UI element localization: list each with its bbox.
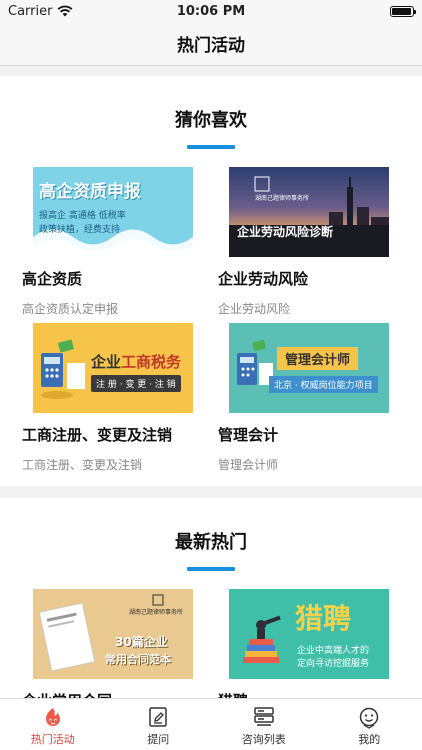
banner-heading-b: 工商税务 xyxy=(121,353,182,371)
city-skyline xyxy=(229,176,389,257)
card-subtitle: 管理会计师 xyxy=(218,458,279,472)
status-time: 10:06 PM xyxy=(176,3,246,19)
hot-icon xyxy=(45,708,60,726)
activity-card[interactable]: 企业工商税务 注 册 · 变 更 · 注 销 工商注册、变更及注销 工商注册、变… xyxy=(20,323,200,473)
banner-heading: 30篇企业 xyxy=(115,635,168,649)
tab-label: 我的 xyxy=(358,733,381,746)
card-subtitle: 高企资质认定申报 xyxy=(22,302,119,316)
tab-label: 咨询列表 xyxy=(241,733,286,746)
activity-card[interactable]: 高企资质申报 报高企 高通格 低税率 政策扶植，经费支持 高企资质 高企资质认定… xyxy=(20,167,200,317)
card-title: 高企资质 xyxy=(22,270,83,288)
activity-card[interactable]: 猎聘 企业中高端人才的 定向寻访挖掘服务 猎聘 xyxy=(216,589,396,711)
card-subtitle: 企业劳动风险 xyxy=(218,302,291,316)
section-accent-bar xyxy=(187,145,235,149)
banner-heading: 管理会计师 xyxy=(277,347,359,370)
banner-image: 高企资质申报 报高企 高通格 低税率 政策扶植，经费支持 xyxy=(33,167,193,257)
tab-bar: 热门活动 提问 咨询列表 我的 xyxy=(0,698,422,750)
card-title: 管理会计 xyxy=(218,426,279,444)
law-firm-name: 湖南己题律师事务所 xyxy=(255,195,310,202)
banner-heading: 常用合同范本 xyxy=(105,653,171,666)
tab-label: 热门活动 xyxy=(30,733,75,746)
tab-ask-question[interactable]: 提问 xyxy=(106,699,212,750)
banner-line: 定向寻访挖掘服务 xyxy=(297,659,370,669)
banner-image: 管理会计师 北京 · 权威岗位能力项目 xyxy=(229,323,389,413)
battery-icon xyxy=(390,5,416,17)
banner-image: 猎聘 企业中高端人才的 定向寻访挖掘服务 xyxy=(229,589,389,679)
section-accent-bar xyxy=(187,567,235,571)
banner-heading: 猎聘 xyxy=(295,602,352,635)
nav-bar: 热门活动 xyxy=(0,22,422,66)
section-trending: 最新热门 湖南己题律师事务所 30篇企业 常用合同范本 猎聘 企业中高端人才的 … xyxy=(0,498,422,728)
section-title: 最新热门 xyxy=(175,532,247,553)
banner-line: 企业中高端人才的 xyxy=(297,646,370,656)
list-icon xyxy=(254,707,274,726)
tab-consult-list[interactable]: 咨询列表 xyxy=(211,699,317,750)
section-header: 最新热门 xyxy=(0,498,422,574)
banner-image: 湖南己题律师事务所 30篇企业 常用合同范本 xyxy=(33,589,193,679)
section-divider xyxy=(0,486,422,498)
status-bar: Carrier 10:06 PM xyxy=(0,0,422,22)
activity-card[interactable]: 管理会计师 北京 · 权威岗位能力项目 管理会计 管理会计师 xyxy=(216,323,396,473)
banner-tagline: 注 册 · 变 更 · 注 销 xyxy=(91,375,181,392)
banner-heading: 企业劳动风险诊断 xyxy=(237,225,334,239)
page-title: 热门活动 xyxy=(177,36,245,56)
card-subtitle: 工商注册、变更及注销 xyxy=(22,458,143,472)
activity-card[interactable]: 湖南己题律师事务所 企业劳动风险诊断 企业劳动风险 企业劳动风险 xyxy=(216,167,396,317)
law-firm-name: 湖南己题律师事务所 xyxy=(129,609,184,616)
banner-heading: 高企资质申报 xyxy=(39,182,141,202)
activity-card[interactable]: 湖南己题律师事务所 30篇企业 常用合同范本 企业常用合同 xyxy=(20,589,200,711)
banner-tagline: 北京 · 权威岗位能力项目 xyxy=(269,376,378,393)
profile-icon xyxy=(360,707,379,729)
content-scroll[interactable]: 猜你喜欢 高企资质申报 报高企 高通格 低税率 政策扶植，经费支持 高企资质 高… xyxy=(0,76,422,728)
edit-icon xyxy=(149,707,167,727)
banner-heading: 企业工商税务 xyxy=(91,351,181,372)
banner-heading-a: 企业 xyxy=(91,353,122,371)
card-title: 企业劳动风险 xyxy=(218,270,309,288)
card-title: 工商注册、变更及注销 xyxy=(22,426,173,444)
banner-line: 报高企 高通格 低税率 xyxy=(39,211,126,221)
section-header: 猜你喜欢 xyxy=(0,76,422,152)
tab-label: 提问 xyxy=(147,733,170,746)
banner-line: 政策扶植，经费支持 xyxy=(39,225,121,235)
screen: Carrier 10:06 PM 热门活动 猜你喜欢 高企资质申报 报高企 高通… xyxy=(0,0,422,750)
battery-level xyxy=(392,7,411,15)
banner-image: 湖南己题律师事务所 企业劳动风险诊断 xyxy=(229,167,389,257)
section-recommended: 猜你喜欢 高企资质申报 报高企 高通格 低税率 政策扶植，经费支持 高企资质 高… xyxy=(0,76,422,486)
section-title: 猜你喜欢 xyxy=(175,110,247,131)
tab-hot-activities[interactable]: 热门活动 xyxy=(0,699,106,750)
banner-image: 企业工商税务 注 册 · 变 更 · 注 销 xyxy=(33,323,193,413)
tab-mine[interactable]: 我的 xyxy=(317,699,422,750)
